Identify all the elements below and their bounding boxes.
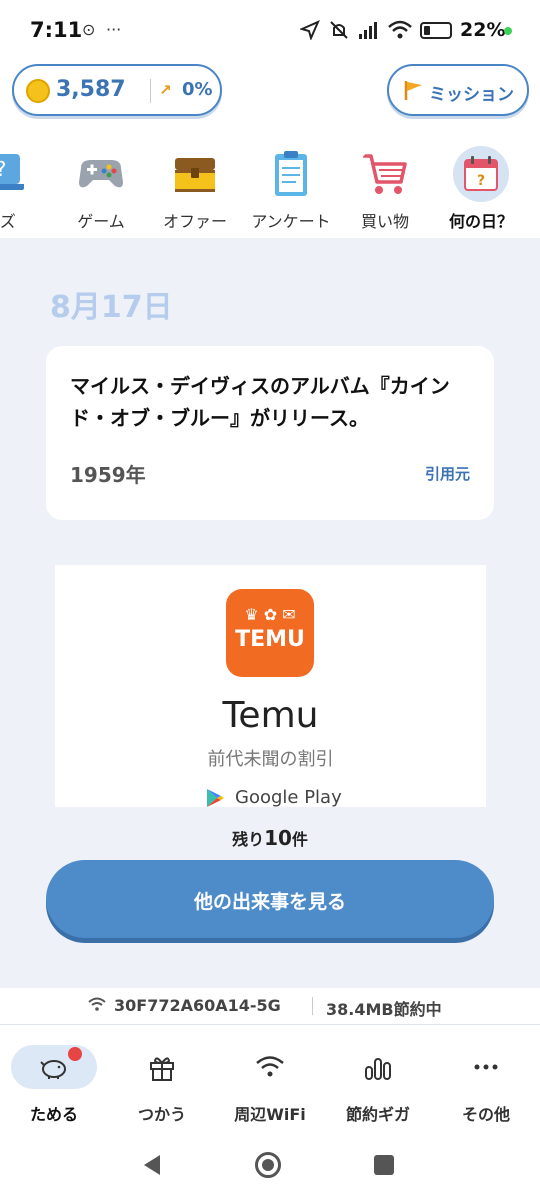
remaining-number: 10	[264, 826, 292, 850]
nav-item-more[interactable]: その他	[432, 1025, 540, 1131]
nav-item-nearby-wifi[interactable]: 周辺WiFi	[216, 1025, 324, 1131]
bottom-navigation: ためる つかう 周辺WiFi 節約ギガ その他	[0, 1024, 540, 1130]
flag-icon	[404, 81, 422, 100]
piggy-bank-icon	[40, 1060, 66, 1079]
data-saved: 38.4MB節約中	[326, 1000, 442, 1019]
ad-banner[interactable]: ♛ ✿ ✉ TEMU Temu 前代未聞の割引 Google Play	[55, 565, 486, 807]
event-year: 1959年	[70, 463, 146, 487]
nav-label: 周辺WiFi	[234, 1105, 306, 1124]
nav-label: ためる	[29, 1105, 78, 1124]
mute-icon	[330, 21, 348, 39]
status-time: 7:11	[30, 18, 83, 42]
nav-label: つかう	[137, 1105, 186, 1124]
battery-percent: 22%	[460, 19, 506, 41]
points-rate: 0%	[182, 79, 213, 100]
tab-what-day[interactable]: ? 何の日？	[436, 146, 526, 238]
wifi-info-bar: 30F772A60A14-5G 38.4MB節約中	[0, 988, 540, 1024]
notification-badge	[68, 1047, 82, 1061]
gamepad-icon	[79, 160, 123, 188]
calendar-icon: ?	[464, 156, 498, 191]
more-dots-icon	[474, 1064, 498, 1070]
wifi-status-icon	[388, 20, 412, 39]
nav-label: その他	[461, 1105, 510, 1124]
nav-item-save[interactable]: ためる	[0, 1025, 108, 1131]
more-notifications-icon: ···	[106, 20, 122, 39]
ad-app-name: Temu	[222, 695, 319, 736]
source-link[interactable]: 引用元	[425, 463, 470, 484]
tab-label: 何の日？	[448, 212, 513, 231]
remaining-prefix: 残り	[232, 830, 265, 849]
app-header: 3,587 ↗ 0% ミッション ? イズ ゲーム オファー アンケート 買い物	[0, 62, 540, 238]
google-play-icon	[207, 789, 224, 807]
gift-icon	[150, 1057, 174, 1081]
google-play-label: Google Play	[235, 787, 342, 807]
signal-icon	[359, 22, 377, 39]
remaining-count: 残り10件	[0, 826, 540, 850]
shopping-cart-icon	[363, 154, 407, 194]
points-balance-button[interactable]: 3,587 ↗ 0%	[12, 64, 222, 116]
notification-icon: ⊙	[82, 20, 96, 39]
nav-item-use[interactable]: つかう	[108, 1025, 216, 1131]
page-date: 8月17日	[50, 290, 173, 325]
ad-tagline: 前代未聞の割引	[207, 749, 334, 770]
event-text: マイルス・デイヴィスのアルバム『カインド・オブ・ブルー』がリリース。	[70, 374, 450, 430]
nav-label: 節約ギガ	[345, 1105, 410, 1124]
treasure-chest-icon	[175, 158, 215, 192]
nav-item-data-saver[interactable]: 節約ギガ	[324, 1025, 432, 1131]
recent-apps-icon[interactable]	[374, 1155, 394, 1175]
divider	[150, 79, 151, 103]
temu-logo: ♛ ✿ ✉ TEMU	[226, 589, 314, 677]
more-events-button[interactable]: 他の出来事を見る	[46, 860, 494, 938]
wifi-icon	[256, 1056, 284, 1077]
wifi-ssid: 30F772A60A14-5G	[114, 996, 281, 1015]
battery-icon	[420, 22, 452, 39]
trend-up-icon: ↗	[159, 81, 172, 99]
mission-label: ミッション	[429, 85, 514, 105]
event-card: マイルス・デイヴィスのアルバム『カインド・オブ・ブルー』がリリース。 1959年…	[46, 346, 494, 520]
status-bar: 7:11 ⊙ ··· 22%	[0, 0, 540, 62]
more-events-label: 他の出来事を見る	[193, 891, 346, 913]
svg-text:?: ?	[477, 173, 485, 189]
location-icon	[300, 20, 320, 40]
coin-icon	[26, 79, 50, 103]
back-icon[interactable]	[142, 1154, 162, 1176]
data-bars-icon	[365, 1058, 391, 1080]
clipboard-icon	[275, 151, 307, 196]
temu-logo-text: TEMU	[235, 627, 305, 652]
system-navigation-bar	[0, 1130, 540, 1200]
privacy-dot-icon	[504, 27, 512, 35]
svg-text:?: ?	[0, 157, 6, 181]
category-tabs: ? イズ ゲーム オファー アンケート 買い物 ? 何の日？	[0, 146, 540, 238]
points-value: 3,587	[56, 77, 126, 102]
divider	[312, 997, 313, 1015]
quiz-icon: ?	[0, 154, 24, 190]
home-icon[interactable]	[255, 1152, 281, 1178]
remaining-suffix: 件	[291, 830, 308, 849]
mission-button[interactable]: ミッション	[387, 64, 529, 116]
wifi-icon	[88, 997, 106, 1011]
temu-logo-icon: ♛ ✿ ✉	[244, 605, 296, 624]
